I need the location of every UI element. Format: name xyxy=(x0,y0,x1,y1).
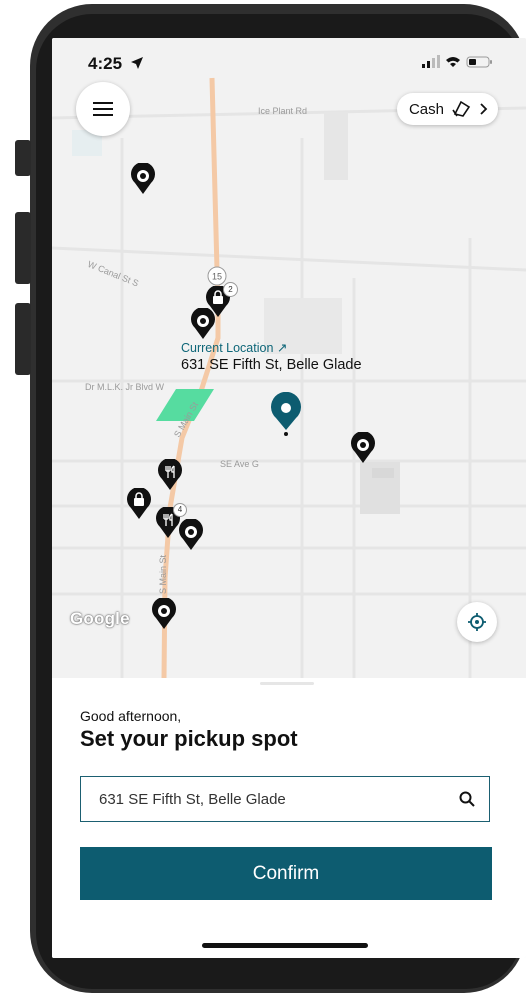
current-location-callout[interactable]: Current Location ↗ 631 SE Fifth St, Bell… xyxy=(181,340,362,373)
location-arrow-icon xyxy=(131,57,143,69)
signal-wifi-battery-icon xyxy=(422,55,492,68)
place-pin-icon[interactable] xyxy=(151,598,177,630)
cluster-count-badge: 4 xyxy=(173,503,187,517)
map-view[interactable]: 15 Ice Plant Rd W Canal St S Dr M.L.K. J… xyxy=(52,38,526,678)
greeting-text: Good afternoon, xyxy=(80,708,182,724)
hamburger-icon xyxy=(93,102,113,116)
menu-button[interactable] xyxy=(76,82,130,136)
cluster-count-badge: 2 xyxy=(223,282,238,297)
shopping-bag-pin-icon[interactable] xyxy=(126,488,152,520)
home-indicator xyxy=(202,943,368,948)
restaurant-pin-icon[interactable] xyxy=(157,459,183,491)
street-label: Dr M.L.K. Jr Blvd W xyxy=(85,382,165,392)
place-pin-icon[interactable] xyxy=(130,163,156,195)
current-location-address: 631 SE Fifth St, Belle Glade xyxy=(181,357,362,373)
pickup-bottom-sheet: Good afternoon, Set your pickup spot 631… xyxy=(52,678,526,958)
current-location-label: Current Location ↗ xyxy=(181,341,288,355)
route-badge-label: 15 xyxy=(212,272,222,282)
status-bar: 4:25 xyxy=(52,38,526,86)
current-location-pin-icon[interactable] xyxy=(268,392,304,438)
status-time: 4:25 xyxy=(88,54,123,73)
street-label: S Main St xyxy=(158,554,168,594)
place-pin-icon[interactable] xyxy=(178,519,204,551)
cash-icon xyxy=(452,100,471,117)
pickup-address-input[interactable]: 631 SE Fifth St, Belle Glade xyxy=(80,776,490,822)
sheet-title: Set your pickup spot xyxy=(80,726,298,751)
payment-method-label: Cash xyxy=(408,100,444,118)
mute-switch xyxy=(15,140,31,176)
google-attribution-logo: Google xyxy=(70,609,130,628)
status-icons xyxy=(422,55,496,74)
street-label: Ice Plant Rd xyxy=(258,106,308,116)
pickup-address-value: 631 SE Fifth St, Belle Glade xyxy=(99,790,286,808)
crosshair-icon xyxy=(468,613,486,631)
place-pin-icon[interactable] xyxy=(350,432,376,464)
chevron-right-icon xyxy=(480,103,488,115)
app-screen: 15 Ice Plant Rd W Canal St S Dr M.L.K. J… xyxy=(52,38,526,958)
sheet-grabber[interactable] xyxy=(260,682,314,685)
payment-method-selector[interactable]: Cash xyxy=(396,93,498,125)
street-label: SE Ave G xyxy=(220,459,259,469)
volume-down-button xyxy=(15,303,31,375)
recenter-location-button[interactable] xyxy=(457,602,497,642)
search-icon[interactable] xyxy=(459,791,475,807)
volume-up-button xyxy=(15,212,31,284)
confirm-button[interactable]: Confirm xyxy=(80,847,492,900)
